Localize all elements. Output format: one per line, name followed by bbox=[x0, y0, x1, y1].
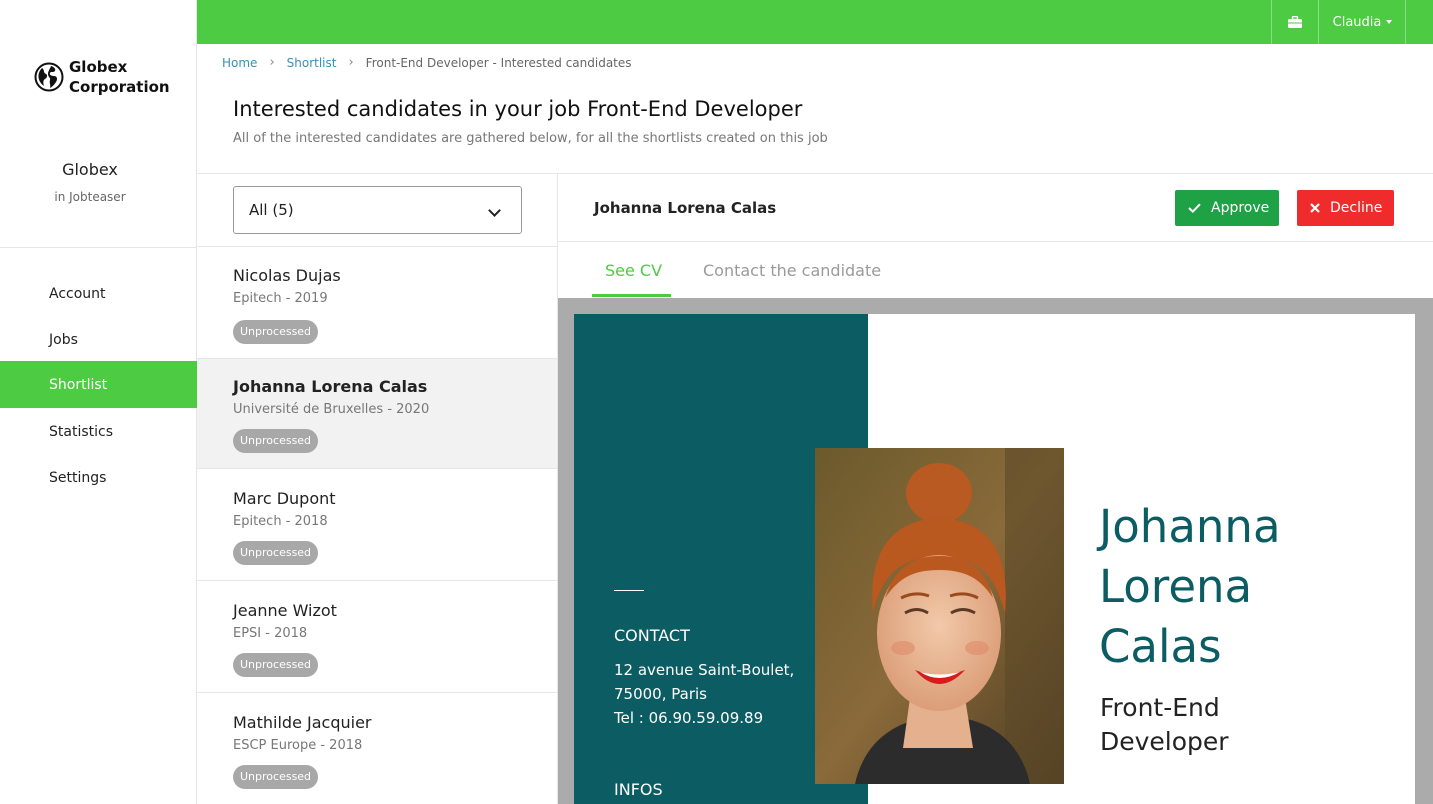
candidate-name: Mathilde Jacquier bbox=[233, 713, 372, 732]
cv-contact-heading: CONTACT bbox=[614, 626, 690, 645]
section-divider bbox=[197, 173, 1433, 174]
candidate-name: Nicolas Dujas bbox=[233, 266, 341, 285]
logo-line-1: Globex bbox=[69, 58, 128, 76]
sidebar: Globex Corporation Globex in Jobteaser A… bbox=[0, 0, 197, 804]
globe-icon bbox=[34, 62, 64, 92]
tab-contact-candidate[interactable]: Contact the candidate bbox=[703, 261, 881, 280]
sidebar-item-label: Statistics bbox=[49, 423, 113, 440]
selected-candidate-name: Johanna Lorena Calas bbox=[594, 199, 777, 217]
chevron-right-icon: › bbox=[269, 55, 275, 70]
cv-job-title: Front-End Developer bbox=[1100, 691, 1229, 759]
list-item[interactable]: Jeanne Wizot EPSI - 2018 Unprocessed bbox=[197, 581, 557, 693]
cv-name-line-3: Calas bbox=[1099, 620, 1222, 673]
sidebar-divider bbox=[0, 247, 197, 248]
chevron-right-icon: › bbox=[348, 55, 354, 70]
approve-button[interactable]: Approve bbox=[1175, 190, 1279, 226]
candidate-name: Marc Dupont bbox=[233, 489, 336, 508]
candidate-filter-select[interactable]: All (5) bbox=[233, 186, 522, 234]
check-icon bbox=[1188, 203, 1201, 213]
status-badge: Unprocessed bbox=[233, 320, 319, 344]
cv-infos-heading: INFOS bbox=[614, 780, 663, 799]
sidebar-item-jobs[interactable]: Jobs bbox=[0, 316, 197, 363]
caret-down-icon bbox=[1386, 20, 1393, 24]
breadcrumb-home-link[interactable]: Home bbox=[222, 56, 257, 70]
company-platform: in Jobteaser bbox=[54, 190, 126, 204]
sidebar-item-shortlist[interactable]: Shortlist bbox=[0, 361, 197, 408]
status-badge: Unprocessed bbox=[233, 653, 319, 677]
user-menu[interactable]: Claudia bbox=[1320, 0, 1406, 44]
cv-address-line-2: 75000, Paris bbox=[614, 685, 707, 703]
status-badge: Unprocessed bbox=[233, 429, 319, 453]
cv-role-line-2: Developer bbox=[1100, 727, 1229, 756]
page-title: Interested candidates in your job Front-… bbox=[233, 97, 803, 121]
breadcrumb-current: Front-End Developer - Interested candida… bbox=[365, 55, 632, 70]
cv-name-line-1: Johanna bbox=[1099, 500, 1281, 553]
cv-contact-details: 12 avenue Saint-Boulet, 75000, Paris Tel… bbox=[614, 658, 794, 730]
jobs-shortcut-button[interactable] bbox=[1271, 0, 1319, 44]
sidebar-item-label: Jobs bbox=[49, 331, 78, 348]
cv-candidate-name: Johanna Lorena Calas bbox=[1099, 497, 1281, 677]
company-logo[interactable]: Globex Corporation bbox=[34, 57, 170, 97]
company-name: Globex bbox=[62, 160, 118, 179]
list-item[interactable]: Johanna Lorena Calas Université de Bruxe… bbox=[197, 359, 557, 469]
page-subtitle: All of the interested candidates are gat… bbox=[233, 131, 828, 146]
breadcrumb-shortlist-link[interactable]: Shortlist bbox=[287, 56, 337, 70]
candidate-school: EPSI - 2018 bbox=[233, 626, 308, 641]
sidebar-item-settings[interactable]: Settings bbox=[0, 454, 197, 501]
candidate-name: Johanna Lorena Calas bbox=[233, 377, 428, 396]
sidebar-item-label: Shortlist bbox=[49, 376, 108, 393]
cv-address-line-1: 12 avenue Saint-Boulet, bbox=[614, 661, 795, 679]
top-bar: Claudia bbox=[197, 0, 1433, 44]
sidebar-item-statistics[interactable]: Statistics bbox=[0, 408, 197, 455]
candidate-name: Jeanne Wizot bbox=[233, 601, 337, 620]
sidebar-item-account[interactable]: Account bbox=[0, 270, 197, 317]
candidate-photo bbox=[815, 448, 1064, 784]
breadcrumb: Home › Shortlist › Front-End Developer -… bbox=[222, 55, 632, 70]
tab-see-cv[interactable]: See CV bbox=[605, 261, 662, 280]
briefcase-icon bbox=[1288, 16, 1302, 28]
approve-label: Approve bbox=[1211, 200, 1270, 216]
sidebar-item-label: Account bbox=[49, 285, 106, 302]
candidate-school: Epitech - 2019 bbox=[233, 291, 328, 306]
list-item[interactable]: Marc Dupont Epitech - 2018 Unprocessed bbox=[197, 469, 557, 581]
logo-line-2: Corporation bbox=[69, 78, 170, 96]
candidate-school: Université de Bruxelles - 2020 bbox=[233, 402, 430, 417]
list-item[interactable]: Mathilde Jacquier ESCP Europe - 2018 Unp… bbox=[197, 693, 557, 804]
status-badge: Unprocessed bbox=[233, 765, 319, 789]
list-item[interactable]: Nicolas Dujas Epitech - 2019 Unprocessed bbox=[197, 247, 557, 359]
user-name: Claudia bbox=[1332, 14, 1382, 30]
candidate-school: Epitech - 2018 bbox=[233, 514, 328, 529]
decline-label: Decline bbox=[1330, 200, 1383, 216]
cv-phone: Tel : 06.90.59.09.89 bbox=[614, 709, 764, 727]
detail-header-divider bbox=[558, 241, 1433, 242]
sidebar-item-label: Settings bbox=[49, 469, 107, 486]
decline-button[interactable]: Decline bbox=[1297, 190, 1394, 226]
cv-role-line-1: Front-End bbox=[1100, 693, 1220, 722]
close-icon bbox=[1310, 203, 1320, 213]
status-badge: Unprocessed bbox=[233, 541, 319, 565]
cv-divider bbox=[614, 590, 644, 591]
filter-selected-value: All (5) bbox=[249, 201, 294, 219]
active-tab-indicator bbox=[592, 294, 671, 297]
candidate-school: ESCP Europe - 2018 bbox=[233, 738, 363, 753]
cv-name-line-2: Lorena bbox=[1099, 560, 1253, 613]
chevron-down-icon bbox=[488, 204, 501, 217]
